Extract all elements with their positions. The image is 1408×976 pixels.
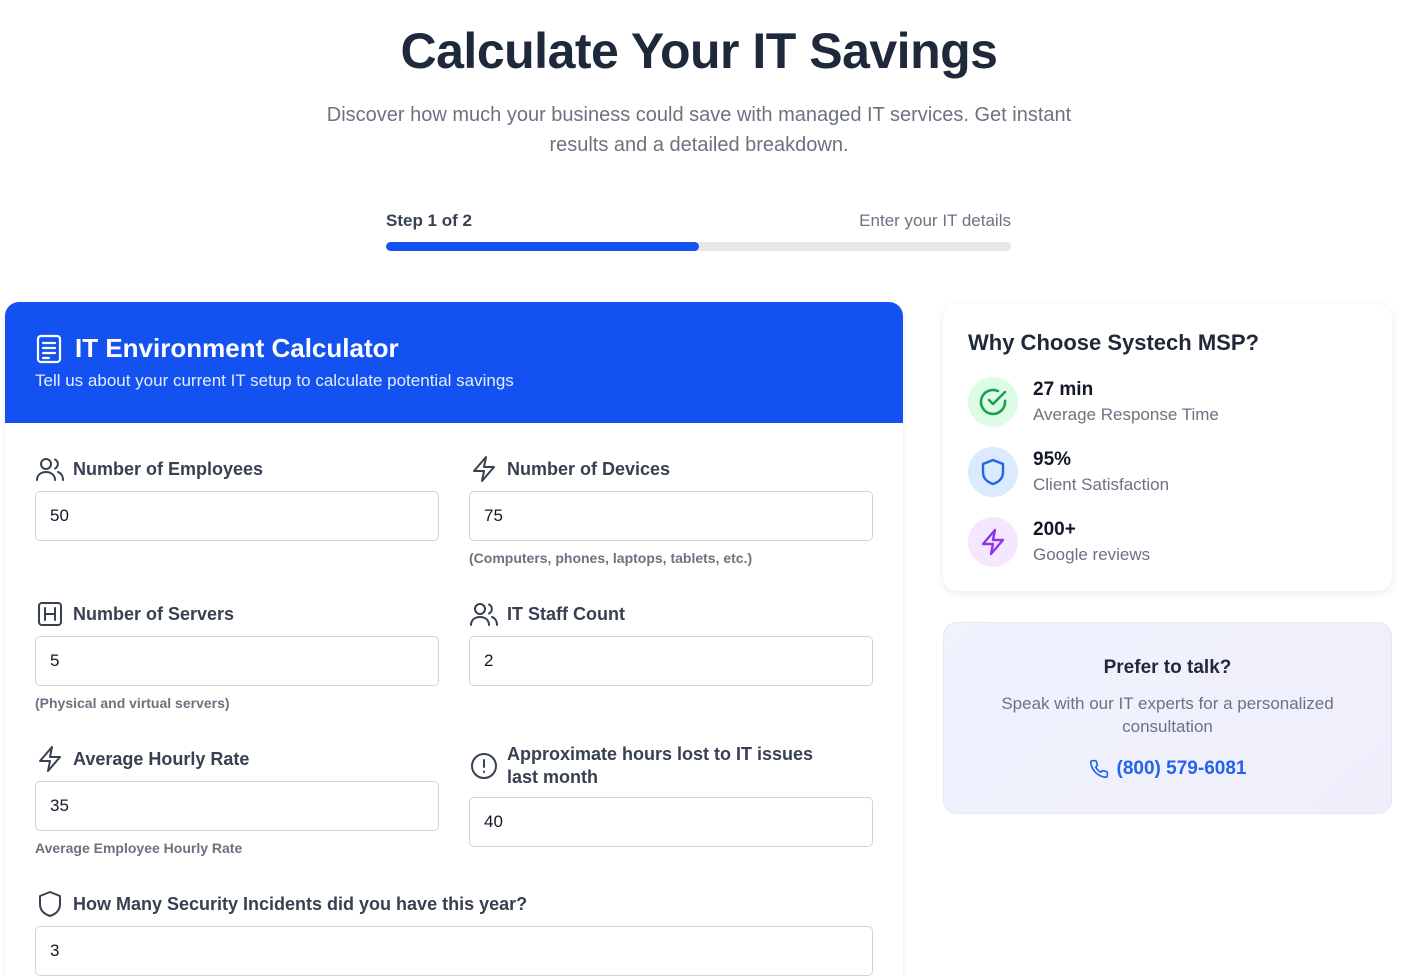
stat-value: 95%	[1033, 449, 1072, 470]
servers-input[interactable]	[35, 636, 439, 686]
alert-circle-icon	[469, 751, 499, 781]
why-choose-card: Why Choose Systech MSP? 27 min Average R…	[943, 304, 1392, 591]
hourly-rate-label: Average Hourly Rate	[73, 748, 250, 769]
shield-icon	[35, 889, 65, 919]
calculator-card: IT Environment Calculator Tell us about …	[5, 302, 903, 976]
lightning-icon	[968, 517, 1018, 567]
incidents-label: How Many Security Incidents did you have…	[73, 893, 528, 914]
employees-label: Number of Employees	[73, 458, 264, 479]
calculator-title: IT Environment Calculator	[75, 333, 399, 363]
hours-lost-input[interactable]	[469, 797, 873, 847]
phone-icon	[1089, 759, 1109, 779]
devices-field-group: Number of Devices	[469, 454, 670, 484]
devices-hint: (Computers, phones, laptops, tablets, et…	[469, 550, 753, 566]
phone-number: (800) 579-6081	[1116, 758, 1247, 779]
stat-value: 200+	[1033, 519, 1076, 540]
devices-input[interactable]	[469, 491, 873, 541]
calculator-description: Tell us about your current IT setup to c…	[35, 371, 514, 390]
progress-bar	[386, 242, 1011, 251]
stat-label: Average Response Time	[1033, 405, 1219, 424]
lightning-icon	[469, 454, 499, 484]
check-circle-icon	[968, 377, 1018, 427]
talk-card: Prefer to talk? Speak with our IT expert…	[943, 622, 1392, 814]
incidents-field-group: How Many Security Incidents did you have…	[35, 889, 527, 919]
hourly-rate-field-group: Average Hourly Rate	[35, 744, 249, 774]
hours-lost-field-group: Approximate hours lost to IT issues last…	[469, 743, 849, 789]
progress-step-label: Step 1 of 2	[386, 211, 472, 230]
phone-link[interactable]: (800) 579-6081	[1089, 758, 1247, 780]
lightning-icon	[35, 744, 65, 774]
talk-description: Speak with our IT experts for a personal…	[1001, 694, 1334, 736]
incidents-input[interactable]	[35, 926, 873, 976]
employees-field-group: Number of Employees	[35, 454, 263, 484]
devices-label: Number of Devices	[507, 458, 671, 479]
calculator-header: IT Environment Calculator Tell us about …	[5, 302, 903, 423]
progress-note: Enter your IT details	[859, 211, 1011, 230]
stat-reviews: 200+ Google reviews	[968, 517, 1150, 567]
page-subtitle: Discover how much your business could sa…	[326, 104, 1072, 156]
stat-label: Client Satisfaction	[1033, 475, 1170, 494]
shield-icon	[968, 447, 1018, 497]
employees-input[interactable]	[35, 491, 439, 541]
it-staff-input[interactable]	[469, 636, 873, 686]
server-icon	[35, 599, 65, 629]
it-staff-label: IT Staff Count	[507, 603, 625, 624]
stat-label: Google reviews	[1033, 545, 1151, 564]
stat-value: 27 min	[1033, 379, 1094, 400]
servers-field-group: Number of Servers	[35, 599, 234, 629]
progress-bar-fill	[386, 242, 699, 251]
hourly-rate-input[interactable]	[35, 781, 439, 831]
why-choose-title: Why Choose Systech MSP?	[968, 330, 1259, 355]
hours-lost-label: Approximate hours lost to IT issues last…	[507, 744, 814, 787]
document-icon	[35, 334, 63, 364]
servers-hint: (Physical and virtual servers)	[35, 695, 230, 711]
page-title: Calculate Your IT Savings	[400, 23, 998, 79]
talk-title: Prefer to talk?	[1103, 657, 1232, 678]
servers-label: Number of Servers	[73, 603, 235, 624]
users-icon	[469, 599, 499, 629]
users-icon	[35, 454, 65, 484]
stat-response-time: 27 min Average Response Time	[968, 377, 1219, 427]
stat-satisfaction: 95% Client Satisfaction	[968, 447, 1169, 497]
it-staff-field-group: IT Staff Count	[469, 599, 625, 629]
hourly-rate-hint: Average Employee Hourly Rate	[35, 840, 243, 856]
step-progress: Step 1 of 2 Enter your IT details	[386, 211, 1011, 251]
